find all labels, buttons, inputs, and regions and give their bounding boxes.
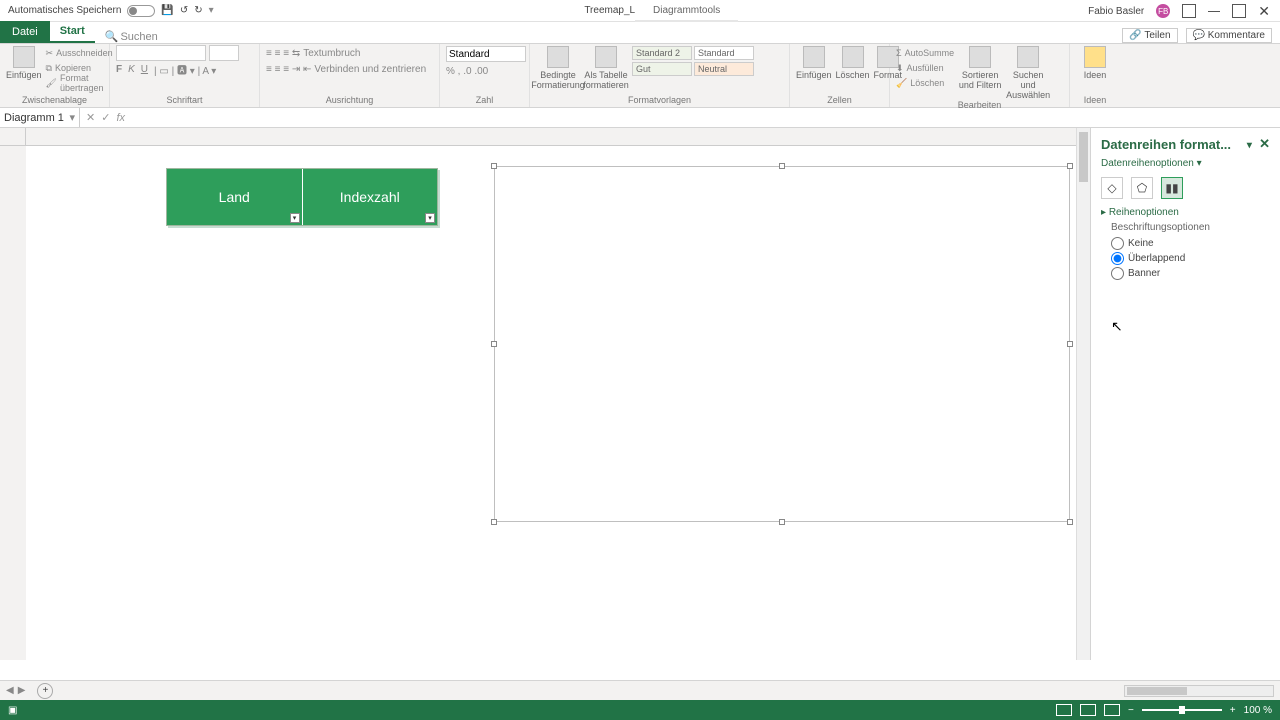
- autosave-label: Automatisches Speichern: [8, 5, 121, 16]
- filter-icon[interactable]: ▾: [425, 213, 435, 223]
- filter-icon[interactable]: ▾: [290, 213, 300, 223]
- font-size-select[interactable]: [209, 45, 239, 61]
- fill-line-icon[interactable]: ◇: [1101, 177, 1123, 199]
- add-sheet-button[interactable]: +: [37, 683, 53, 699]
- resize-handle[interactable]: [779, 163, 785, 169]
- insert-cells-button[interactable]: Einfügen: [796, 46, 832, 80]
- zoom-slider[interactable]: [1142, 709, 1222, 711]
- qat-dropdown-icon[interactable]: ▾: [209, 5, 214, 16]
- cell-style[interactable]: Standard: [694, 46, 754, 60]
- section-series-options[interactable]: ▸ Reihenoptionen: [1101, 207, 1270, 218]
- option-overlap[interactable]: Überlappend: [1111, 252, 1270, 265]
- table-header-land[interactable]: Land▾: [167, 169, 303, 225]
- normal-view-icon[interactable]: [1056, 704, 1072, 716]
- close-icon[interactable]: ✕: [1258, 6, 1270, 16]
- save-icon[interactable]: 💾: [161, 5, 173, 16]
- comments-button[interactable]: 💬 Kommentare: [1186, 28, 1272, 43]
- maximize-icon[interactable]: [1232, 4, 1246, 18]
- series-options-icon[interactable]: ▮▮: [1161, 177, 1183, 199]
- delete-cells-button[interactable]: Löschen: [836, 46, 870, 80]
- format-painter-button[interactable]: 🖌 Format übertragen: [46, 76, 113, 90]
- number-format-select[interactable]: [446, 46, 526, 62]
- option-none[interactable]: Keine: [1111, 237, 1270, 250]
- font-style-group[interactable]: F K U | ▭ | 🅰 ▾ | A ▾: [116, 62, 216, 76]
- resize-handle[interactable]: [1067, 519, 1073, 525]
- cell-style[interactable]: Neutral: [694, 62, 754, 76]
- effects-icon[interactable]: ⬠: [1131, 177, 1153, 199]
- cell-style[interactable]: Standard 2: [632, 46, 692, 60]
- ribbon: Einfügen ✂ Ausschneiden ⧉ Kopieren 🖌 For…: [0, 44, 1280, 108]
- pane-title: Datenreihen format...: [1101, 137, 1231, 152]
- autosum-button[interactable]: Σ AutoSumme: [896, 46, 954, 60]
- search-placeholder[interactable]: Suchen: [120, 31, 157, 43]
- label-options-heading: Beschriftungsoptionen: [1111, 222, 1270, 233]
- series-options-dropdown[interactable]: Datenreihenoptionen: [1101, 158, 1194, 169]
- zoom-out-icon[interactable]: −: [1128, 705, 1134, 716]
- select-all-button[interactable]: [0, 128, 26, 146]
- option-banner[interactable]: Banner: [1111, 267, 1270, 280]
- ribbon-display-icon[interactable]: [1182, 4, 1196, 18]
- clear-button[interactable]: 🧹 Löschen: [896, 76, 954, 90]
- resize-handle[interactable]: [779, 519, 785, 525]
- zoom-in-icon[interactable]: +: [1230, 705, 1236, 716]
- format-pane: Datenreihen format... ▾ ✕ Datenreihenopt…: [1090, 128, 1280, 660]
- fill-button[interactable]: ⬇ Ausfüllen: [896, 61, 954, 75]
- table-header-indexzahl[interactable]: Indexzahl▾: [303, 169, 438, 225]
- resize-handle[interactable]: [1067, 163, 1073, 169]
- sheet-nav-next-icon[interactable]: ▶: [18, 685, 26, 696]
- enter-formula-icon[interactable]: ✓: [101, 111, 110, 124]
- cancel-formula-icon[interactable]: ✕: [86, 111, 95, 124]
- undo-icon[interactable]: ↺: [180, 5, 188, 16]
- autosave-toggle[interactable]: [127, 5, 155, 17]
- ideas-button[interactable]: Ideen: [1076, 46, 1114, 80]
- sheet-tab-bar: ◀ ▶ +: [0, 680, 1280, 700]
- find-select-button[interactable]: Suchen und Auswählen: [1006, 46, 1050, 100]
- record-macro-icon[interactable]: ▣: [8, 705, 17, 716]
- font-family-select[interactable]: [116, 45, 206, 61]
- ribbon-tabs: Datei Start 🔍 Suchen 🔗 Teilen 💬 Kommenta…: [0, 22, 1280, 44]
- sort-filter-button[interactable]: Sortieren und Filtern: [958, 46, 1002, 90]
- name-box[interactable]: Diagramm 1▾: [0, 108, 80, 127]
- number-buttons[interactable]: % , .0 .00: [446, 64, 488, 78]
- worksheet-grid[interactable]: Land▾ Indexzahl▾: [0, 128, 1090, 660]
- search-icon[interactable]: 🔍: [105, 30, 119, 43]
- resize-handle[interactable]: [491, 163, 497, 169]
- cell-style[interactable]: Gut: [632, 62, 692, 76]
- file-tab[interactable]: Datei: [0, 21, 50, 43]
- status-bar: ▣ − + 100 %: [0, 700, 1280, 720]
- paste-button[interactable]: Einfügen: [6, 46, 42, 80]
- resize-handle[interactable]: [1067, 341, 1073, 347]
- pane-dropdown-icon[interactable]: ▾: [1247, 140, 1252, 151]
- merge-button[interactable]: ≡ ≡ ≡ ⇥ ⇤ Verbinden und zentrieren: [266, 62, 426, 76]
- formula-input[interactable]: [131, 109, 1280, 127]
- conditional-format-button[interactable]: Bedingte Formatierung: [536, 46, 580, 90]
- cut-button[interactable]: ✂ Ausschneiden: [46, 46, 113, 60]
- pane-close-icon[interactable]: ✕: [1259, 136, 1270, 151]
- data-table[interactable]: Land▾ Indexzahl▾: [166, 168, 438, 226]
- fx-icon[interactable]: fx: [116, 112, 125, 124]
- user-avatar[interactable]: FB: [1156, 4, 1170, 18]
- align-group[interactable]: ≡ ≡ ≡ ⇆ Textumbruch: [266, 46, 360, 60]
- tab-start[interactable]: Start: [50, 21, 95, 43]
- horizontal-scrollbar[interactable]: [1124, 685, 1274, 697]
- formula-bar: Diagramm 1▾ ✕ ✓ fx: [0, 108, 1280, 128]
- share-button[interactable]: 🔗 Teilen: [1122, 28, 1177, 43]
- title-bar: Automatisches Speichern 💾 ↺ ↻ ▾ Treemap_…: [0, 0, 1280, 22]
- resize-handle[interactable]: [491, 341, 497, 347]
- format-as-table-button[interactable]: Als Tabelle formatieren: [584, 46, 628, 90]
- minimize-icon[interactable]: [1208, 11, 1220, 12]
- page-layout-view-icon[interactable]: [1080, 704, 1096, 716]
- sheet-nav-prev-icon[interactable]: ◀: [6, 685, 14, 696]
- resize-handle[interactable]: [491, 519, 497, 525]
- zoom-level[interactable]: 100 %: [1244, 705, 1272, 716]
- contextual-tab-label: Diagrammtools: [635, 0, 738, 22]
- page-break-view-icon[interactable]: [1104, 704, 1120, 716]
- treemap-chart[interactable]: [494, 166, 1070, 522]
- redo-icon[interactable]: ↻: [194, 5, 202, 16]
- vertical-scrollbar[interactable]: [1076, 128, 1090, 660]
- user-name[interactable]: Fabio Basler: [1088, 6, 1144, 17]
- mouse-cursor: ↖: [1111, 318, 1123, 335]
